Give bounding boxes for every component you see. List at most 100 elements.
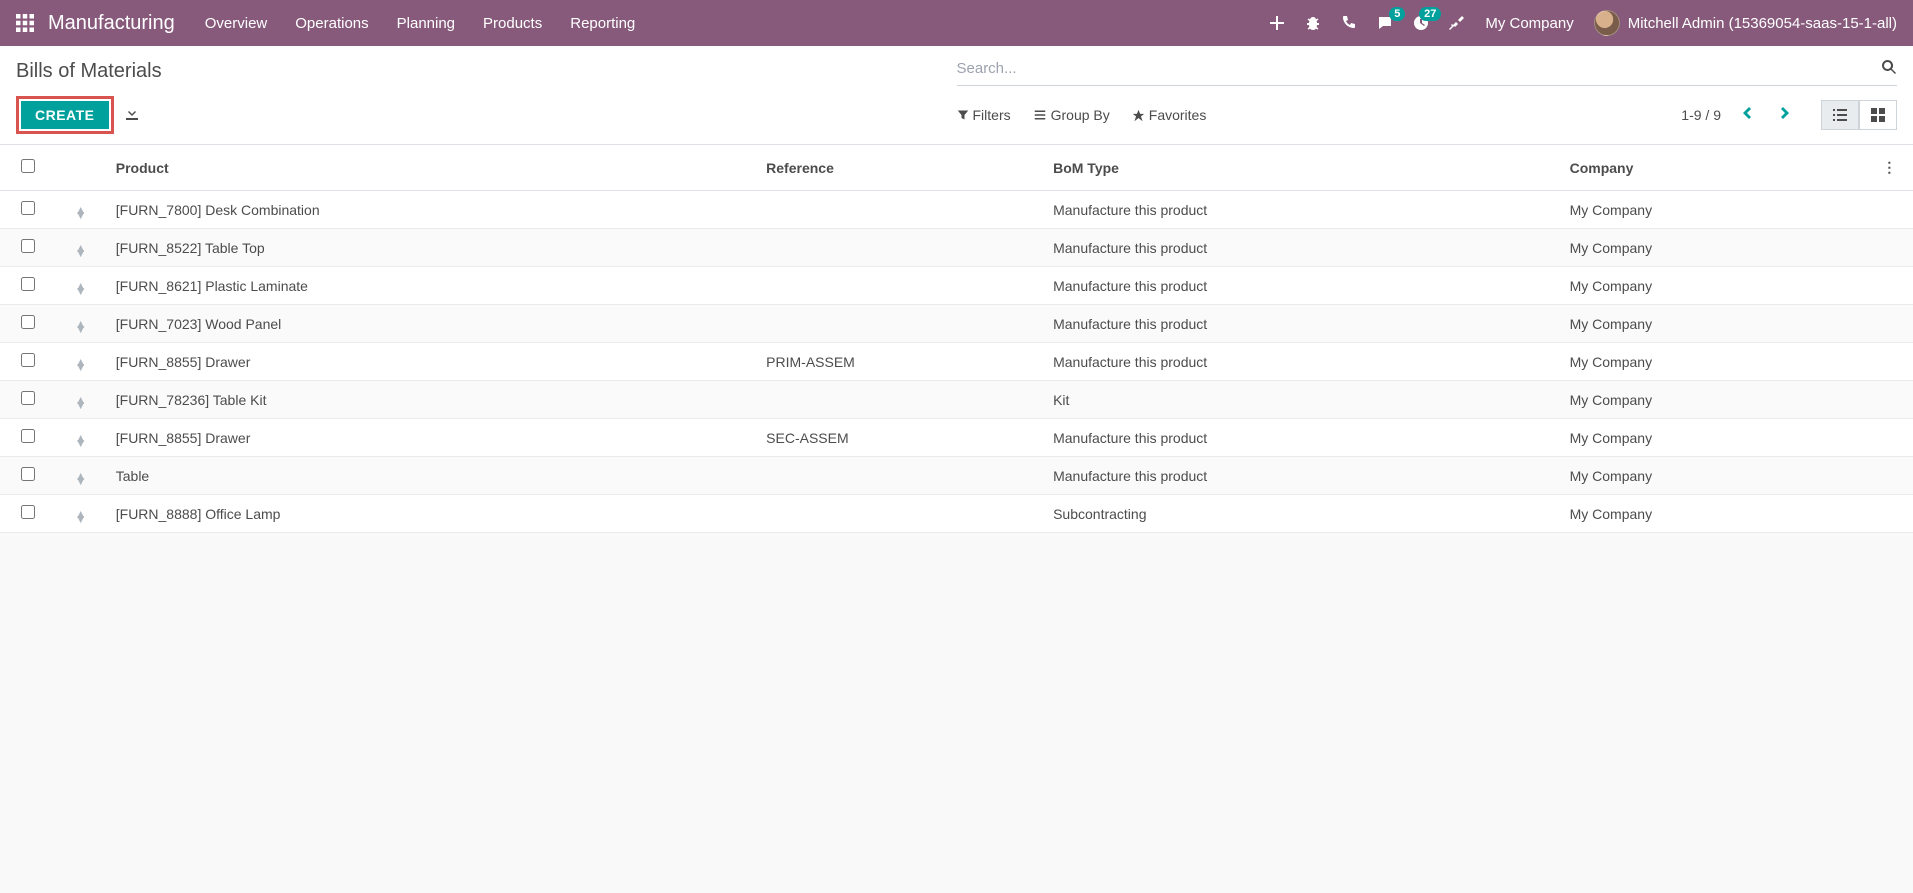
col-company[interactable]: Company [1560,145,1866,191]
cell-bom-type: Manufacture this product [1043,191,1560,229]
view-switcher [1821,100,1897,130]
cell-reference [756,191,1043,229]
cell-company: My Company [1560,229,1866,267]
navbar: Manufacturing Overview Operations Planni… [0,0,1913,46]
filters-toggle[interactable]: Filters [957,107,1011,123]
activities-badge: 27 [1419,7,1441,21]
row-checkbox[interactable] [21,429,35,443]
table-row[interactable]: ▲▼ [FURN_8855] DrawerPRIM-ASSEMManufactur… [0,343,1913,381]
app-title[interactable]: Manufacturing [48,12,175,35]
filters-label: Filters [973,107,1011,123]
cell-company: My Company [1560,419,1866,457]
cell-company: My Company [1560,267,1866,305]
row-checkbox[interactable] [21,201,35,215]
user-name: Mitchell Admin (15369054-saas-15-1-all) [1628,15,1897,32]
phone-icon[interactable] [1341,15,1357,31]
download-icon[interactable] [124,106,140,125]
table-row[interactable]: ▲▼[FURN_78236] Table KitKitMy Company [0,381,1913,419]
search-bar [957,56,1898,86]
user-menu[interactable]: Mitchell Admin (15369054-saas-15-1-all) [1594,10,1897,36]
messaging-badge: 5 [1389,7,1405,21]
cell-company: My Company [1560,495,1866,533]
pager-prev[interactable] [1735,105,1759,126]
activities-icon[interactable]: 27 [1413,15,1429,31]
menu-planning[interactable]: Planning [397,15,455,32]
plus-icon[interactable] [1269,15,1285,31]
drag-handle-icon[interactable]: ▲▼ [75,436,87,446]
list-view-button[interactable] [1821,100,1859,130]
menu-reporting[interactable]: Reporting [570,15,635,32]
cell-bom-type: Manufacture this product [1043,457,1560,495]
apps-icon[interactable] [16,14,34,32]
cell-reference [756,495,1043,533]
drag-handle-icon[interactable]: ▲▼ [75,284,87,294]
cell-reference [756,267,1043,305]
cell-bom-type: Subcontracting [1043,495,1560,533]
company-switcher[interactable]: My Company [1485,15,1573,32]
cell-product: [FURN_8522] Table Top [106,229,756,267]
drag-handle-icon[interactable]: ▲▼ [75,474,87,484]
tools-icon[interactable] [1449,15,1465,31]
table-row[interactable]: ▲▼ [FURN_7800] Desk Combination Manufactur… [0,191,1913,229]
drag-handle-icon[interactable]: ▲▼ [75,208,87,218]
drag-handle-icon[interactable]: ▲▼ [75,246,87,256]
create-button[interactable]: CREATE [21,101,109,129]
cell-company: My Company [1560,191,1866,229]
pager-next[interactable] [1773,105,1797,126]
cell-bom-type: Manufacture this product [1043,343,1560,381]
page-title: Bills of Materials [16,56,957,83]
menu-products[interactable]: Products [483,15,542,32]
table-row[interactable]: ▲▼ [FURN_8888] Office Lamp SubcontractingM… [0,495,1913,533]
drag-handle-icon[interactable]: ▲▼ [75,360,87,370]
cell-product: [FURN_8855] Drawer [106,343,756,381]
menu-operations[interactable]: Operations [295,15,368,32]
kanban-view-button[interactable] [1859,100,1897,130]
cell-reference: PRIM-ASSEM [756,343,1043,381]
search-input[interactable] [957,56,1882,81]
create-highlight: CREATE [16,96,114,134]
table-row[interactable]: ▲▼[FURN_8621] Plastic LaminateManufactur… [0,267,1913,305]
control-panel: Bills of Materials CREATE Filters [0,46,1913,145]
row-checkbox[interactable] [21,391,35,405]
row-checkbox[interactable] [21,315,35,329]
cell-company: My Company [1560,305,1866,343]
pager-text[interactable]: 1-9 / 9 [1681,107,1721,123]
cell-reference [756,381,1043,419]
drag-handle-icon[interactable]: ▲▼ [75,512,87,522]
drag-handle-icon[interactable]: ▲▼ [75,322,87,332]
col-bom-type[interactable]: BoM Type [1043,145,1560,191]
table-row[interactable]: ▲▼TableManufacture this productMy Compan… [0,457,1913,495]
favorites-toggle[interactable]: Favorites [1132,107,1207,123]
cell-product: [FURN_7800] Desk Combination [106,191,756,229]
cell-bom-type: Manufacture this product [1043,229,1560,267]
cell-product: [FURN_8621] Plastic Laminate [106,267,756,305]
search-icon[interactable] [1881,59,1897,78]
columns-menu-icon[interactable]: ⋮ [1882,159,1896,175]
row-checkbox[interactable] [21,467,35,481]
table-row[interactable]: ▲▼[FURN_7023] Wood PanelManufacture this… [0,305,1913,343]
table-row[interactable]: ▲▼[FURN_8855] DrawerSEC-ASSEMManufacture… [0,419,1913,457]
col-reference[interactable]: Reference [756,145,1043,191]
funnel-icon [957,109,969,121]
cell-reference [756,457,1043,495]
bug-icon[interactable] [1305,15,1321,31]
table-row[interactable]: ▲▼ [FURN_8522] Table Top Manufacture this … [0,229,1913,267]
cell-bom-type: Manufacture this product [1043,419,1560,457]
col-product[interactable]: Product [106,145,756,191]
row-checkbox[interactable] [21,505,35,519]
menu-overview[interactable]: Overview [205,15,268,32]
groupby-toggle[interactable]: Group By [1033,107,1110,123]
bom-table: Product Reference BoM Type Company ⋮ ▲▼[… [0,145,1913,533]
messaging-icon[interactable]: 5 [1377,15,1393,31]
list-view-icon [1832,107,1848,123]
row-checkbox[interactable] [21,353,35,367]
drag-handle-icon[interactable]: ▲▼ [75,398,87,408]
row-checkbox[interactable] [21,277,35,291]
cell-product: Table [106,457,756,495]
list-icon [1033,109,1047,121]
select-all-checkbox[interactable] [21,159,35,173]
cell-bom-type: Manufacture this product [1043,305,1560,343]
cell-product: [FURN_8855] Drawer [106,419,756,457]
cell-product: [FURN_8888] Office Lamp [106,495,756,533]
row-checkbox[interactable] [21,239,35,253]
